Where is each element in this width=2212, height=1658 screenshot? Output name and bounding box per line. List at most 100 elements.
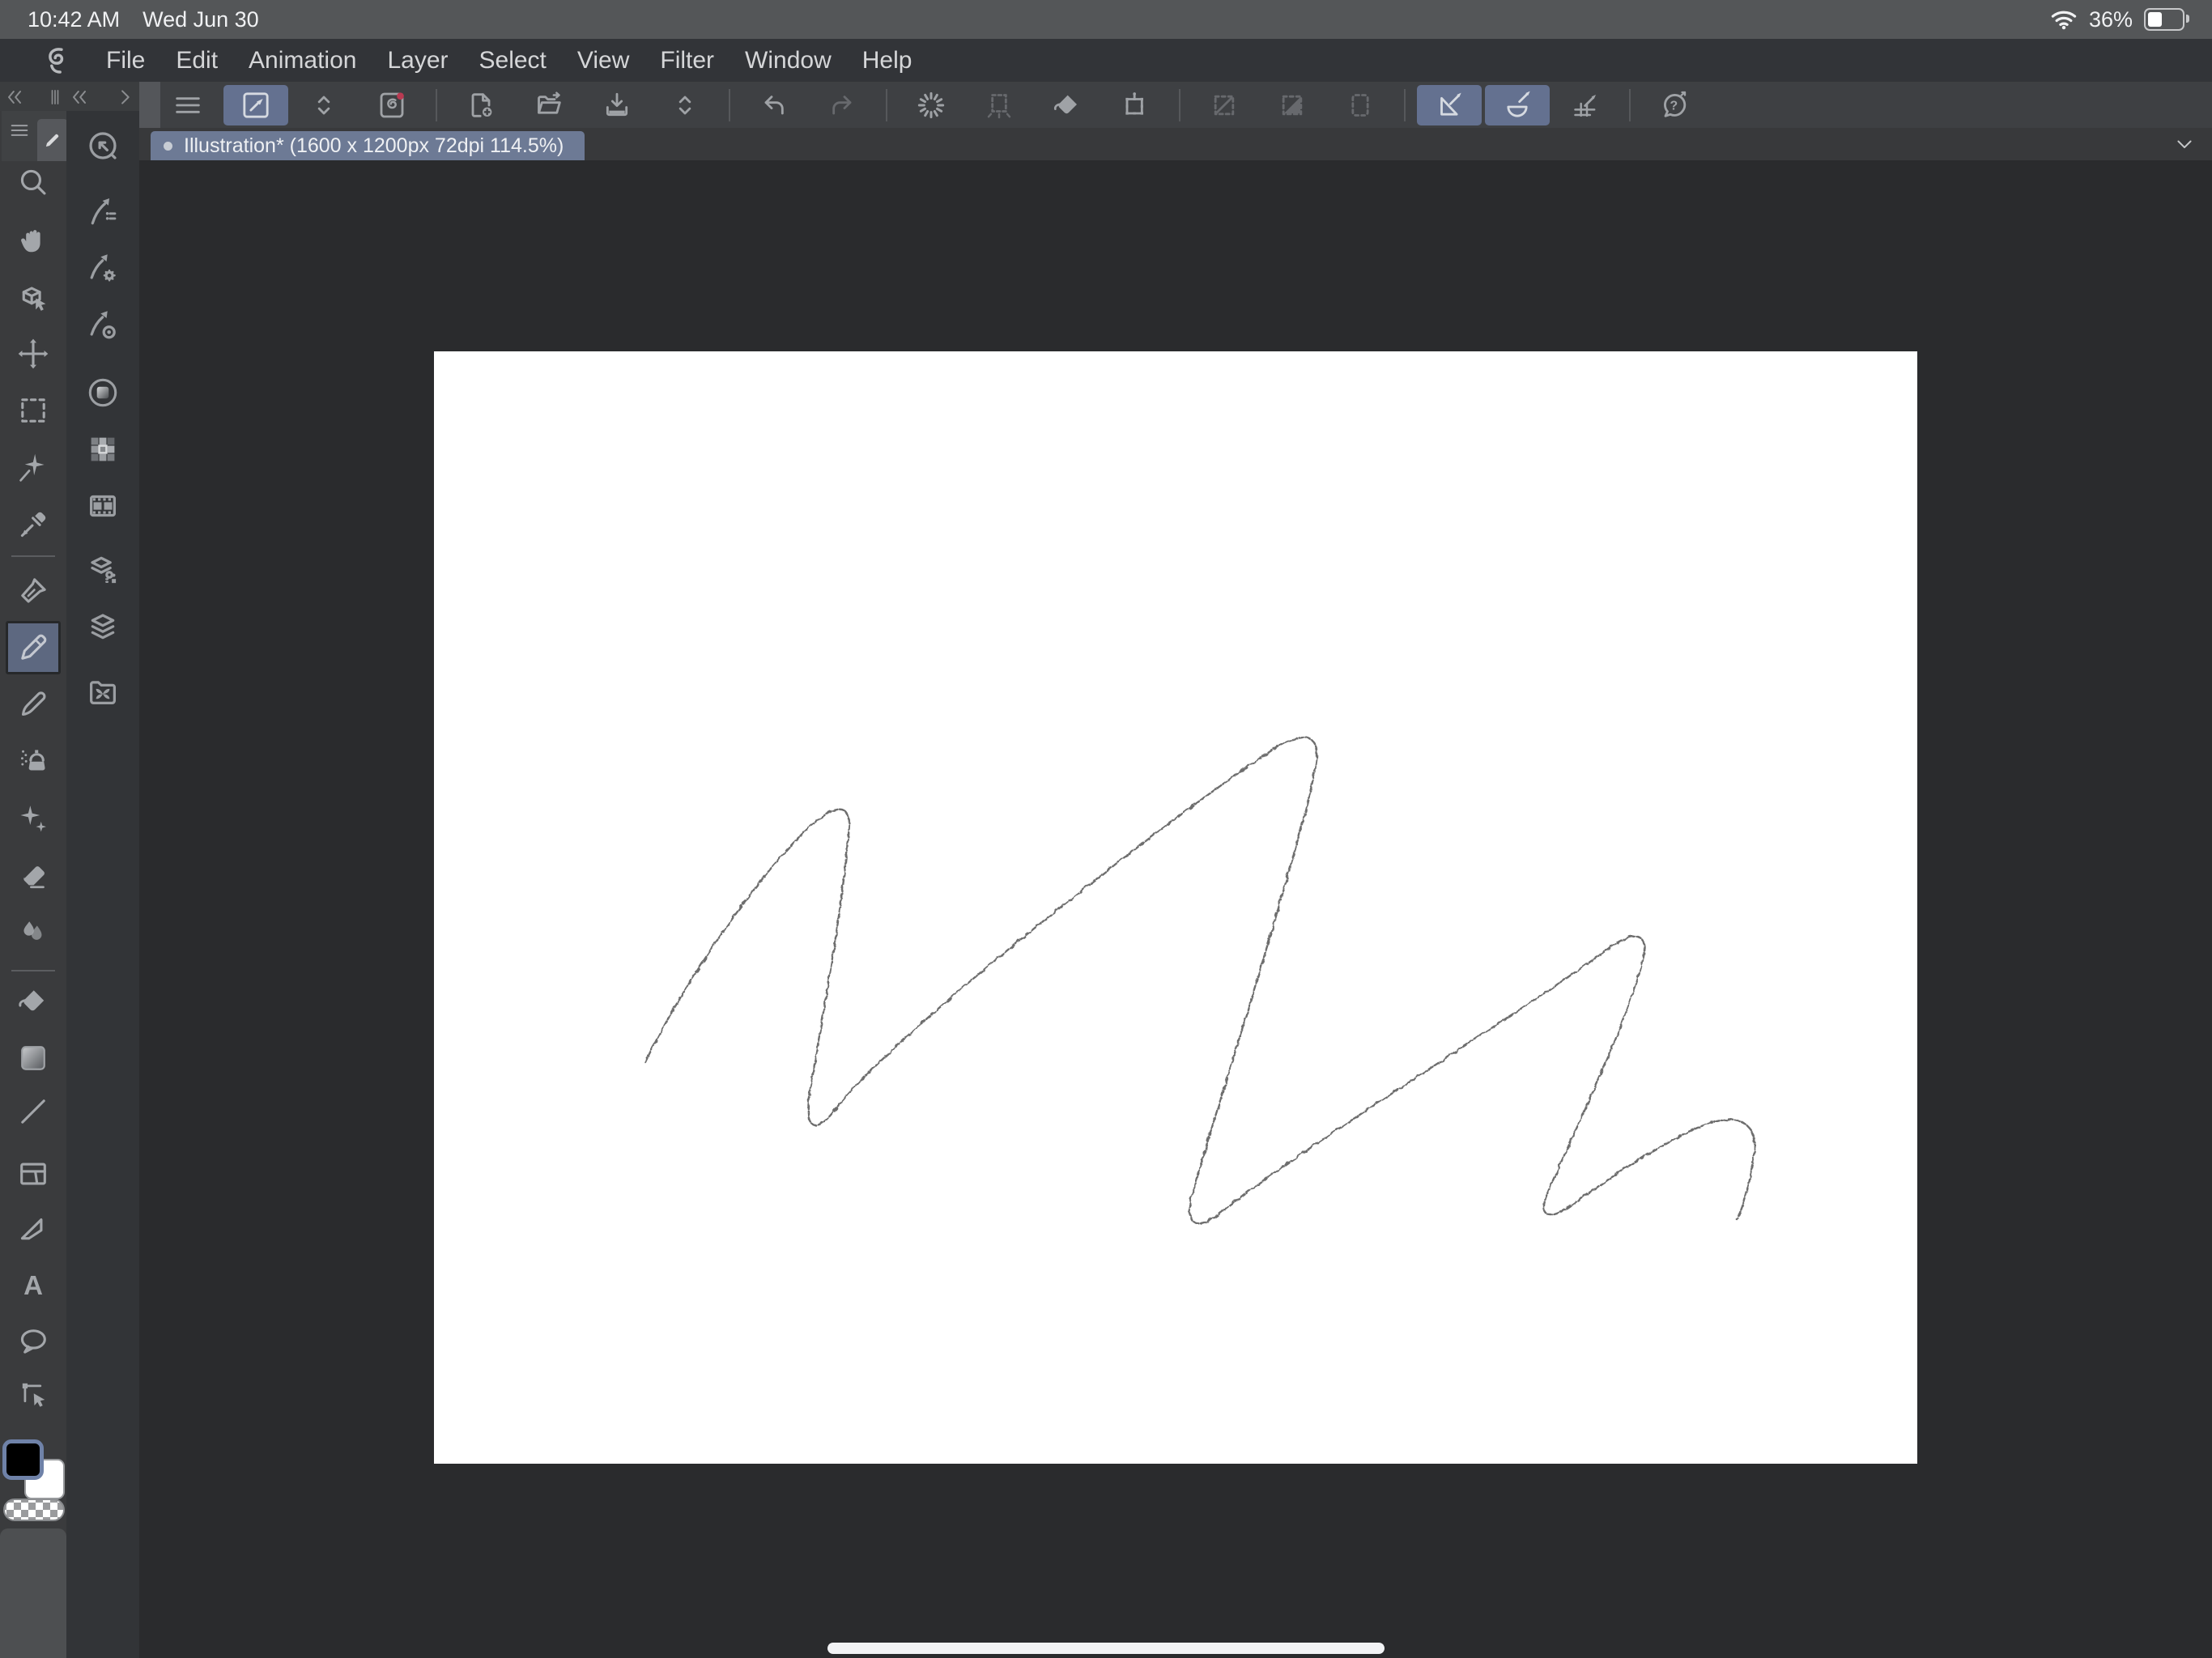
svg-text:A: A [23,1270,43,1300]
tool-brush[interactable] [9,682,57,727]
clear-selection-button [1201,85,1248,125]
palette-menu-icon[interactable] [8,119,31,142]
menu-edit[interactable]: Edit [160,47,233,74]
palette-material[interactable] [80,670,125,715]
canvas[interactable] [434,351,1917,1464]
tool-eyedropper[interactable] [9,502,57,547]
clock: 10:42 AM [28,7,120,32]
menu-layer[interactable]: Layer [372,47,463,74]
open-file-button[interactable] [525,85,572,125]
tool-move-layer[interactable] [9,331,57,376]
palette-color-set[interactable] [80,427,125,472]
tool-eraser[interactable] [9,852,57,897]
pencil-stroke [645,738,1755,1223]
selection-border-button [1337,85,1384,125]
pencil-tab-icon [40,128,65,152]
tool-zoom[interactable] [9,159,57,205]
toolbar-divider [886,89,887,121]
palette-quick-access[interactable] [80,123,125,168]
status-bar: 10:42 AM Wed Jun 30 36% [0,0,2212,39]
tab-overflow-chevron-icon[interactable] [2173,133,2196,155]
menu-bar: FileEditAnimationLayerSelectViewFilterWi… [0,39,2212,82]
tool-divider [11,555,55,557]
save-file-button[interactable] [593,85,640,125]
panel-grip [44,86,66,108]
tool-fill[interactable] [9,979,57,1024]
main-color-swatch[interactable] [2,1439,44,1480]
clip-studio-app-button[interactable] [368,85,415,125]
palette-sub-tool[interactable] [80,190,125,236]
main-menu-button[interactable] [164,85,211,125]
toolbar-divider [729,89,730,121]
tool-marquee[interactable] [9,388,57,433]
toolbar-divider [1179,89,1180,121]
tool-airbrush[interactable] [9,738,57,784]
palette-brush-size[interactable] [80,304,125,349]
palette-color-wheel[interactable] [80,370,125,415]
tool-correct-line[interactable] [9,1371,57,1417]
palette-layer[interactable] [80,605,125,650]
menu-items: FileEditAnimationLayerSelectViewFilterWi… [91,47,927,74]
modified-dot-icon [164,142,172,151]
collapse-subpanel-button[interactable] [68,86,91,108]
tool-pencil[interactable] [6,621,61,674]
home-indicator[interactable] [827,1643,1385,1654]
palette-layer-property[interactable] [80,548,125,593]
transparent-color-swatch[interactable] [3,1499,65,1521]
fill-selection-button[interactable] [1044,85,1091,125]
invert-selection-button [1269,85,1316,125]
tool-balloon[interactable] [9,1319,57,1364]
snap-to-ruler-button[interactable] [1417,85,1482,125]
tool-divider [11,970,55,971]
toolbar: ? [0,82,2212,128]
collapse-panel-button[interactable] [3,86,26,108]
tool-figure[interactable] [9,1089,57,1134]
menu-view[interactable]: View [562,47,644,74]
sub-palette-bar [66,111,139,1658]
transform-button[interactable] [1112,85,1159,125]
tool-auto-select[interactable] [9,445,57,491]
canvas-drawing [434,351,1917,1464]
toolbar-drag-handle[interactable] [139,82,160,128]
canvas-area [139,160,2212,1658]
toolbar-expand-button[interactable] [300,85,347,125]
tool-text[interactable]: A [9,1263,57,1308]
tool-palette-header [2,111,66,161]
menu-animation[interactable]: Animation [233,47,372,74]
menu-select[interactable]: Select [464,47,562,74]
palette-tool-property[interactable] [80,247,125,292]
pencil-tab[interactable] [37,119,68,161]
undo-button[interactable] [751,85,798,125]
document-tab[interactable]: Illustration* (1600 x 1200px 72dpi 114.5… [151,131,585,160]
tool-decoration[interactable] [9,797,57,842]
date: Wed Jun 30 [143,7,259,32]
tool-polyline[interactable] [9,1207,57,1252]
palette-timeline[interactable] [80,483,125,529]
tool-frame[interactable] [9,1151,57,1197]
expand-panel-button[interactable] [113,86,136,108]
tool-gradient[interactable] [9,1035,57,1081]
menu-file[interactable]: File [91,47,160,74]
tool-pen[interactable] [9,568,57,614]
tool-operate[interactable] [9,274,57,320]
help-button[interactable]: ? [1651,85,1698,125]
clip-studio-logo [40,44,74,78]
toolbar-divider [436,89,437,121]
panel-controls [0,82,139,111]
menu-window[interactable]: Window [730,47,847,74]
snap-to-grid-button[interactable] [1562,85,1609,125]
file-expand-button[interactable] [661,85,708,125]
document-tab-bar: Illustration* (1600 x 1200px 72dpi 114.5… [139,128,2212,160]
tool-palette: A [0,111,66,1658]
new-canvas-button[interactable] [457,85,504,125]
snap-to-special-ruler-button[interactable] [1485,85,1550,125]
toolbar-divider [1404,89,1406,121]
reselect-button [976,85,1023,125]
tool-blend[interactable] [9,908,57,954]
document-tab-label: Illustration* (1600 x 1200px 72dpi 114.5… [184,134,564,158]
tool-hand[interactable] [9,218,57,263]
menu-filter[interactable]: Filter [644,47,730,74]
menu-help[interactable]: Help [847,47,928,74]
pen-mode-button[interactable] [223,85,288,125]
deselect-button[interactable] [908,85,955,125]
